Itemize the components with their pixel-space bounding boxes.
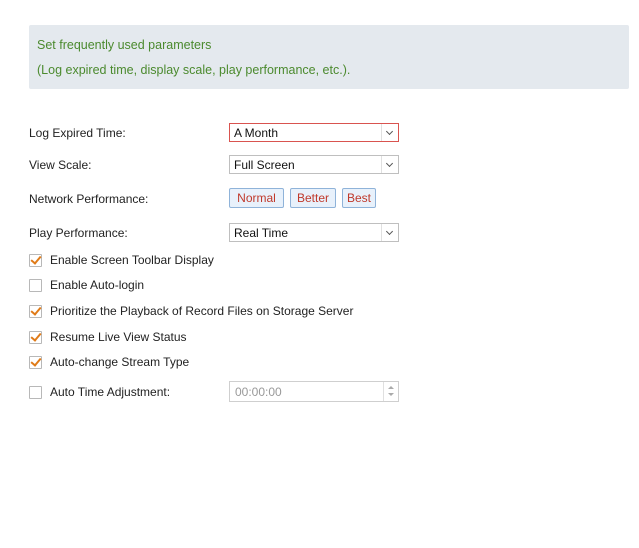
play-performance-label: Play Performance:: [29, 226, 128, 240]
time-spinner[interactable]: [383, 382, 398, 401]
chevron-down-icon[interactable]: [381, 156, 398, 173]
network-perf-best-button[interactable]: Best: [342, 188, 376, 208]
checkbox-label: Enable Auto-login: [50, 278, 145, 292]
checkbox-label: Prioritize the Playback of Record Files …: [50, 304, 354, 318]
play-performance-select[interactable]: Real Time: [229, 223, 399, 242]
view-scale-label: View Scale:: [29, 158, 92, 172]
time-value: 00:00:00: [235, 385, 282, 399]
checkmark-icon: [30, 304, 42, 316]
chevron-down-icon[interactable]: [381, 224, 398, 241]
checkbox-label: Resume Live View Status: [50, 330, 187, 344]
view-scale-value: Full Screen: [234, 158, 295, 172]
play-performance-value: Real Time: [234, 226, 289, 240]
log-expired-select[interactable]: A Month: [229, 123, 399, 142]
auto-time-adjustment-input[interactable]: 00:00:00: [229, 381, 399, 402]
checkbox-box[interactable]: [29, 279, 42, 292]
info-line-2: (Log expired time, display scale, play p…: [37, 63, 351, 77]
checkbox-box[interactable]: [29, 304, 42, 318]
spinner-up-icon[interactable]: [388, 386, 394, 389]
checkmark-icon: [30, 330, 42, 342]
info-line-1: Set frequently used parameters: [37, 38, 212, 52]
info-box: Set frequently used parameters (Log expi…: [29, 25, 629, 89]
checkmark-icon: [30, 253, 42, 265]
log-expired-label: Log Expired Time:: [29, 126, 126, 140]
checkbox-box[interactable]: [29, 386, 42, 399]
spinner-down-icon[interactable]: [388, 393, 394, 396]
network-performance-label: Network Performance:: [29, 192, 149, 206]
chevron-down-icon[interactable]: [381, 124, 398, 141]
checkbox-label: Auto Time Adjustment:: [50, 385, 171, 399]
general-settings-panel: Set frequently used parameters (Log expi…: [0, 0, 639, 548]
log-expired-value: A Month: [234, 126, 279, 140]
network-perf-normal-button[interactable]: Normal: [229, 188, 284, 208]
checkbox-label: Enable Screen Toolbar Display: [50, 253, 214, 267]
view-scale-select[interactable]: Full Screen: [229, 155, 399, 174]
checkbox-box[interactable]: [29, 253, 42, 267]
checkbox-box[interactable]: [29, 355, 42, 369]
checkbox-label: Auto-change Stream Type: [50, 355, 190, 369]
network-perf-better-button[interactable]: Better: [290, 188, 336, 208]
checkbox-box[interactable]: [29, 330, 42, 344]
checkmark-icon: [30, 355, 42, 367]
